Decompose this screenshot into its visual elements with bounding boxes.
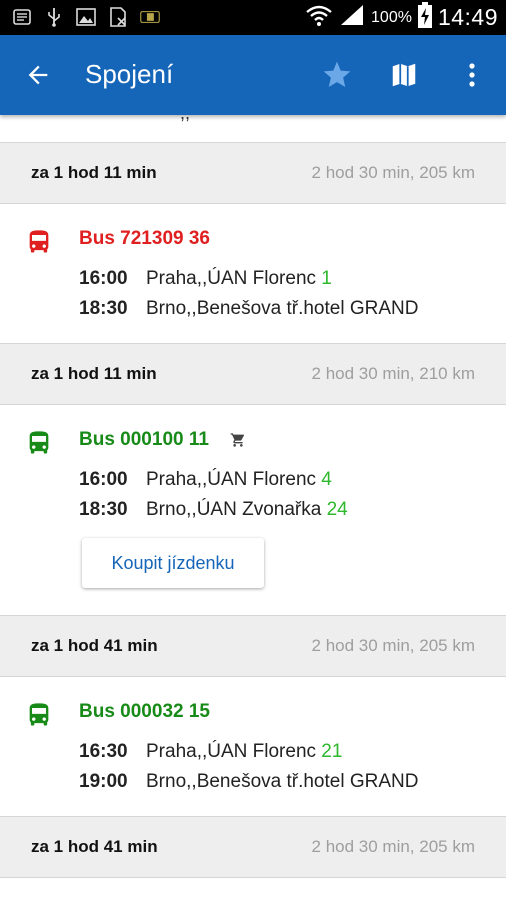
parking-icon	[140, 6, 160, 28]
app-bar: Spojení	[0, 35, 506, 115]
stop-time: 18:30	[79, 499, 128, 520]
bus-icon	[29, 431, 49, 454]
map-icon	[392, 63, 416, 87]
line-name: Bus 000032 15	[79, 701, 210, 722]
departure-stop: 16:00 Praha,,ÚAN Florenc 4	[79, 469, 332, 491]
bus-icon	[29, 230, 49, 253]
arrival-stop: 19:00 Brno,,Benešova tř.hotel GRAND	[79, 771, 418, 793]
platform-number: 21	[321, 741, 343, 762]
connection-list[interactable]: ,, za 1 hod 11 min 2 hod 30 min, 205 km …	[0, 115, 506, 900]
trip-summary: 2 hod 30 min, 205 km	[311, 636, 475, 655]
more-options-button[interactable]	[452, 55, 492, 95]
partial-text: ,,	[180, 115, 190, 124]
message-icon	[12, 6, 32, 28]
arrow-left-icon	[28, 65, 48, 85]
connection-card[interactable]	[0, 878, 506, 900]
battery-charging-icon	[417, 2, 432, 33]
platform-number: 4	[321, 469, 332, 490]
line-name: Bus 721309 36	[79, 228, 210, 249]
connection-header: za 1 hod 41 min 2 hod 30 min, 205 km	[0, 816, 506, 878]
star-icon	[323, 61, 351, 87]
stop-time: 19:00	[79, 771, 128, 792]
departure-countdown: za 1 hod 11 min	[31, 364, 157, 383]
stop-name: Brno,,Benešova tř.hotel GRAND	[146, 771, 419, 792]
cart-icon	[230, 433, 244, 447]
image-icon	[76, 6, 96, 28]
stop-time: 18:30	[79, 298, 128, 319]
connection-card[interactable]: Bus 000032 15 16:30 Praha,,ÚAN Florenc 21…	[0, 677, 506, 816]
stop-name: Brno,,Benešova tř.hotel GRAND	[146, 298, 419, 319]
notification-icons	[12, 6, 160, 28]
trip-summary: 2 hod 30 min, 205 km	[311, 837, 475, 856]
battery-percent: 100%	[371, 8, 412, 26]
signal-icon	[339, 4, 365, 31]
connection-card[interactable]: Bus 000100 11 16:00 Praha,,ÚAN Florenc 4 …	[0, 405, 506, 615]
partial-previous-card: ,,	[0, 115, 506, 142]
system-icons: 100% 14:49	[305, 0, 498, 35]
bus-icon	[29, 703, 49, 726]
stop-name: Brno,,ÚAN Zvonařka	[146, 499, 322, 520]
buy-ticket-button[interactable]: Koupit jízdenku	[82, 538, 264, 588]
departure-stop: 16:30 Praha,,ÚAN Florenc 21	[79, 741, 342, 763]
back-button[interactable]	[18, 55, 58, 95]
connection-header: za 1 hod 11 min 2 hod 30 min, 210 km	[0, 343, 506, 405]
stop-time: 16:30	[79, 741, 128, 762]
stop-time: 16:00	[79, 268, 128, 289]
departure-stop: 16:00 Praha,,ÚAN Florenc 1	[79, 268, 332, 290]
platform-number: 24	[326, 499, 348, 520]
departure-countdown: za 1 hod 41 min	[31, 837, 158, 856]
stop-name: Praha,,ÚAN Florenc	[146, 268, 317, 289]
clock: 14:49	[437, 4, 498, 30]
connection-header: za 1 hod 11 min 2 hod 30 min, 205 km	[0, 142, 506, 204]
no-sim-icon	[108, 6, 128, 28]
stop-name: Praha,,ÚAN Florenc	[146, 741, 317, 762]
departure-countdown: za 1 hod 11 min	[31, 163, 157, 182]
favorite-button[interactable]	[317, 55, 357, 95]
arrival-stop: 18:30 Brno,,ÚAN Zvonařka 24	[79, 499, 348, 521]
stop-name: Praha,,ÚAN Florenc	[146, 469, 317, 490]
trip-summary: 2 hod 30 min, 205 km	[311, 163, 475, 182]
status-bar: 100% 14:49	[0, 0, 506, 35]
connection-card[interactable]: Bus 721309 36 16:00 Praha,,ÚAN Florenc 1 …	[0, 204, 506, 343]
page-title: Spojení	[85, 59, 174, 89]
trip-summary: 2 hod 30 min, 210 km	[311, 364, 475, 383]
wifi-icon	[305, 3, 333, 32]
stop-time: 16:00	[79, 469, 128, 490]
usb-icon	[44, 6, 64, 28]
departure-countdown: za 1 hod 41 min	[31, 636, 158, 655]
platform-number: 1	[321, 268, 332, 289]
arrival-stop: 18:30 Brno,,Benešova tř.hotel GRAND	[79, 298, 418, 320]
connection-header: za 1 hod 41 min 2 hod 30 min, 205 km	[0, 615, 506, 677]
map-button[interactable]	[384, 55, 424, 95]
more-vertical-icon	[469, 63, 475, 87]
line-name: Bus 000100 11	[79, 429, 209, 450]
